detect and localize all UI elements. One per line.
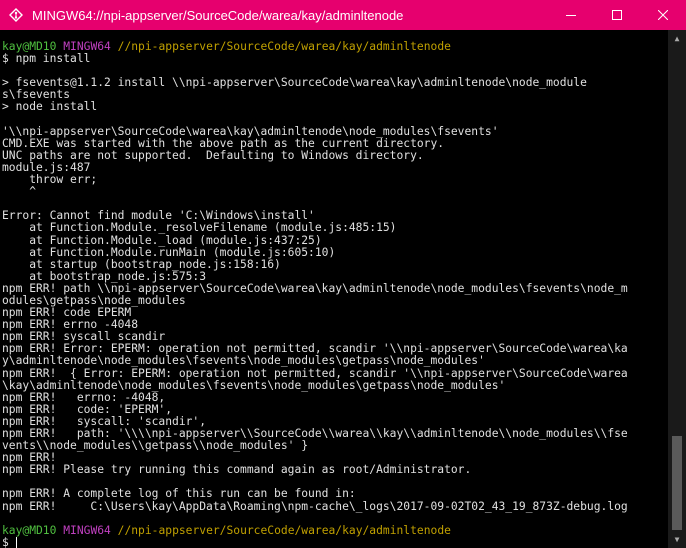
prompt-shell: MINGW64 (63, 523, 111, 537)
output-line: module.js:487 (2, 160, 91, 174)
output-line: npm ERR! { Error: EPERM: operation not p… (2, 366, 628, 380)
close-icon (658, 10, 668, 20)
output-line: at Function.Module._load (module.js:437:… (2, 233, 322, 247)
prompt-user: kay@MD10 (2, 40, 57, 53)
terminal-output[interactable]: kay@MD10 MINGW64 //npi-appserver/SourceC… (0, 30, 668, 548)
command-line: $ npm install (2, 52, 91, 66)
output-line: at Function.Module.runMain (module.js:60… (2, 245, 336, 259)
text-cursor (15, 537, 17, 548)
output-line: npm ERR! A complete log of this run can … (2, 487, 356, 501)
output-line: at startup (bootstrap_node.js:158:16) (2, 257, 281, 271)
prompt-shell: MINGW64 (63, 40, 111, 53)
minimize-button[interactable] (548, 0, 594, 30)
output-line: npm ERR! C:\Users\kay\AppData\Roaming\np… (2, 499, 628, 513)
window-title: MINGW64://npi-appserver/SourceCode/warea… (32, 7, 404, 23)
output-line: UNC paths are not supported. Defaulting … (2, 148, 424, 162)
prompt-path: //npi-appserver/SourceCode/warea/kay/adm… (117, 40, 451, 53)
output-line: throw err; (2, 173, 98, 187)
command-line[interactable]: $ (2, 536, 668, 548)
close-button[interactable] (640, 0, 686, 30)
command-input[interactable]: $ (2, 536, 16, 548)
prompt-path: //npi-appserver/SourceCode/warea/kay/adm… (117, 523, 451, 537)
output-line: s\fsevents (2, 88, 71, 102)
output-line: \kay\adminltenode\node_modules\fsevents\… (2, 378, 506, 392)
output-line: > node install (2, 100, 98, 114)
scroll-down-icon[interactable]: ▼ (668, 531, 686, 548)
maximize-button[interactable] (594, 0, 640, 30)
git-bash-icon (8, 7, 24, 23)
output-line: vents\\node_modules\\getpass\\node_modul… (2, 439, 309, 453)
output-line: ^ (2, 185, 37, 199)
scrollbar-thumb[interactable] (672, 436, 682, 530)
vertical-scrollbar[interactable]: ▲ ▼ (668, 30, 686, 548)
terminal-window: MINGW64://npi-appserver/SourceCode/warea… (0, 0, 686, 548)
output-line: at Function.Module._resolveFilename (mod… (2, 221, 397, 235)
prompt-user: kay@MD10 (2, 523, 57, 537)
output-line: npm ERR! Please try running this command… (2, 463, 472, 477)
output-line: npm ERR! errno: -4048, (2, 390, 166, 404)
scroll-up-icon[interactable]: ▲ (668, 30, 686, 47)
minimize-icon (566, 15, 576, 16)
output-line: '\\npi-appserver\SourceCode\warea\kay\ad… (2, 124, 499, 138)
maximize-icon (612, 10, 622, 20)
title-bar[interactable]: MINGW64://npi-appserver/SourceCode/warea… (0, 0, 686, 30)
prompt-line: kay@MD10 MINGW64 //npi-appserver/SourceC… (2, 40, 668, 53)
output-line: > fsevents@1.1.2 install \\npi-appserver… (2, 76, 587, 90)
window-controls (548, 0, 686, 30)
output-line: y\adminltenode\node_modules\fsevents\nod… (2, 354, 485, 368)
prompt-line: kay@MD10 MINGW64 //npi-appserver/SourceC… (2, 523, 668, 537)
